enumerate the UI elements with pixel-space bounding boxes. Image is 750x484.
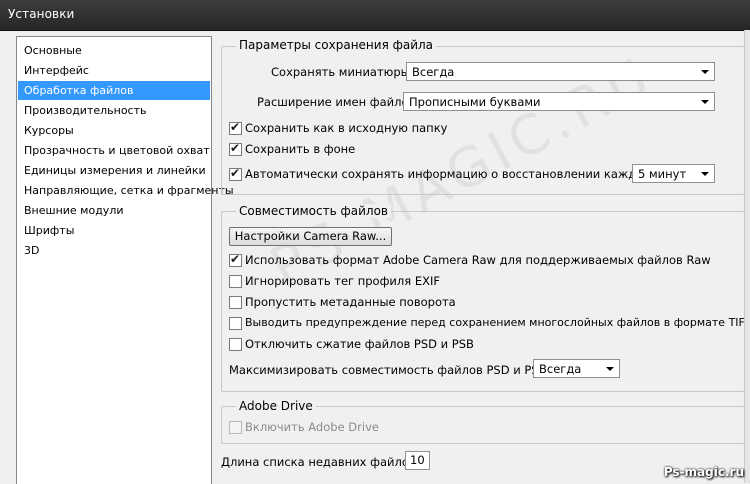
sidebar-item-transparency[interactable]: Прозрачность и цветовой охват: [18, 141, 210, 160]
enable-adobe-drive-label[interactable]: Включить Adobe Drive: [245, 420, 379, 434]
title-bar: Установки: [0, 0, 750, 31]
compat-legend: Совместимость файлов: [236, 204, 391, 218]
use-camera-raw-checkbox[interactable]: ✔: [229, 252, 242, 267]
ignore-exif-checkbox[interactable]: [229, 275, 242, 288]
adobe-drive-legend: Adobe Drive: [236, 399, 316, 413]
autosave-interval-value: 5 минут: [638, 167, 687, 181]
sidebar-item-interface[interactable]: Интерфейс: [18, 61, 210, 80]
disable-compression-label[interactable]: Отключить сжатие файлов PSD и PSB: [245, 337, 474, 351]
sidebar-item-plugins[interactable]: Внешние модули: [18, 201, 210, 220]
checkmark-icon: ✔: [230, 252, 241, 266]
checkmark-icon: ✔: [230, 141, 241, 155]
maximize-compat-label: Максимизировать совместимость файлов PSD…: [229, 363, 551, 377]
chevron-down-icon: [701, 70, 709, 74]
warn-tiff-checkbox[interactable]: [229, 317, 242, 330]
category-list[interactable]: Основные Интерфейс Обработка файлов Прои…: [16, 36, 234, 484]
sidebar-item-3d[interactable]: 3D: [18, 241, 210, 260]
sidebar-item-type[interactable]: Шрифты: [18, 221, 210, 240]
sidebar-item-general[interactable]: Основные: [18, 41, 210, 60]
autosave-interval-select[interactable]: 5 минут: [632, 164, 715, 183]
camera-raw-settings-button[interactable]: Настройки Camera Raw...: [229, 227, 392, 246]
sidebar-item-guides-grid[interactable]: Направляющие, сетка и фрагменты: [18, 181, 234, 200]
maximize-compat-select[interactable]: Всегда: [533, 359, 620, 378]
save-background-checkbox[interactable]: ✔: [229, 141, 242, 156]
window-edge: [744, 30, 750, 483]
disable-compression-checkbox[interactable]: [229, 338, 242, 351]
sidebar-item-cursors[interactable]: Курсоры: [18, 121, 210, 140]
extension-label: Расширение имен файлов:: [257, 95, 420, 109]
enable-adobe-drive-checkbox[interactable]: [229, 421, 242, 434]
extension-select[interactable]: Прописными буквами: [403, 92, 715, 111]
recent-files-label: Длина списка недавних файлов:: [221, 455, 420, 469]
maximize-compat-value: Всегда: [539, 362, 582, 376]
autosave-checkbox[interactable]: ✔: [229, 166, 242, 181]
save-original-folder-label[interactable]: Сохранить как в исходную папку: [245, 121, 447, 135]
save-options-legend: Параметры сохранения файла: [236, 38, 437, 52]
recent-files-input[interactable]: 10: [405, 451, 430, 470]
skip-rotation-checkbox[interactable]: [229, 296, 242, 309]
checkmark-icon: ✔: [230, 120, 241, 134]
chevron-down-icon: [701, 172, 709, 176]
thumbnails-value: Всегда: [412, 65, 455, 79]
sidebar-item-performance[interactable]: Производительность: [18, 101, 210, 120]
extension-value: Прописными буквами: [409, 95, 541, 109]
thumbnails-select[interactable]: Всегда: [406, 62, 715, 81]
save-background-label[interactable]: Сохранить в фоне: [245, 142, 355, 156]
use-camera-raw-label[interactable]: Использовать формат Adobe Camera Raw для…: [245, 253, 711, 267]
chevron-down-icon: [606, 367, 614, 371]
skip-rotation-label[interactable]: Пропустить метаданные поворота: [245, 295, 456, 309]
chevron-down-icon: [701, 100, 709, 104]
ignore-exif-label[interactable]: Игнорировать тег профиля EXIF: [245, 274, 440, 288]
warn-tiff-label[interactable]: Выводить предупреждение перед сохранение…: [245, 316, 750, 329]
sidebar-item-file-handling[interactable]: Обработка файлов: [18, 81, 210, 100]
site-watermark: Ps-magic.ru: [663, 465, 744, 479]
checkmark-icon: ✔: [230, 166, 241, 180]
thumbnails-label: Сохранять миниатюры:: [271, 65, 414, 79]
window-title: Установки: [8, 7, 75, 21]
autosave-label[interactable]: Автоматически сохранять информацию о вос…: [245, 167, 656, 181]
save-original-folder-checkbox[interactable]: ✔: [229, 120, 242, 135]
sidebar-item-units-rulers[interactable]: Единицы измерения и линейки: [18, 161, 210, 180]
